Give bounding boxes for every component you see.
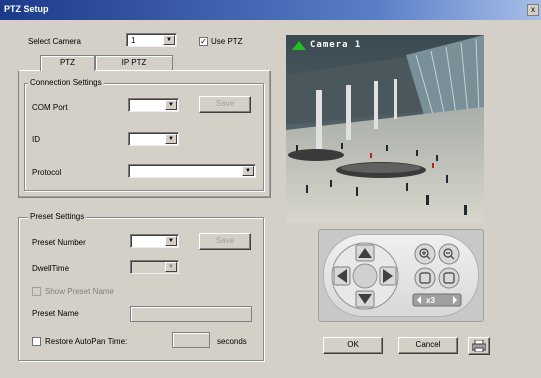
ptz-control-panel: x3	[318, 229, 484, 322]
select-camera-dropdown[interactable]: 1 ▼	[126, 33, 177, 47]
tab-ptz[interactable]: PTZ	[40, 55, 95, 71]
preset-name-field[interactable]	[130, 306, 252, 322]
camera-status-icon	[292, 41, 306, 50]
restore-autopan-label: Restore AutoPan Time:	[45, 337, 128, 346]
chevron-down-icon: ▼	[165, 262, 177, 272]
preset-name-label: Preset Name	[32, 309, 79, 318]
select-camera-value: 1	[131, 36, 136, 45]
focus-far-icon[interactable]	[438, 267, 460, 289]
restore-autopan-checkbox[interactable]	[32, 337, 41, 346]
printer-icon	[471, 339, 487, 353]
id-dropdown[interactable]: ▼	[128, 132, 179, 146]
window-title: PTZ Setup	[4, 4, 49, 14]
autopan-time-field[interactable]	[172, 332, 210, 348]
zoom-in-icon[interactable]	[414, 243, 436, 265]
ok-button[interactable]: OK	[323, 337, 383, 354]
show-preset-name-checkbox[interactable]	[32, 287, 41, 296]
chevron-down-icon: ▼	[165, 134, 177, 144]
protocol-label: Protocol	[32, 168, 62, 177]
preset-number-label: Preset Number	[32, 238, 86, 247]
close-button[interactable]: x	[527, 4, 539, 16]
title-bar: PTZ Setup x	[0, 0, 541, 20]
ptz-controls	[331, 242, 462, 310]
dwell-time-label: DwellTime	[32, 264, 70, 273]
id-label: ID	[32, 135, 40, 144]
protocol-dropdown[interactable]: ▼	[128, 164, 256, 178]
connection-settings-title: Connection Settings	[28, 78, 104, 87]
use-ptz-label: Use PTZ	[211, 37, 243, 46]
show-preset-name-label: Show Preset Name	[45, 287, 114, 296]
camera-label: Camera 1	[310, 40, 362, 50]
print-button[interactable]	[468, 337, 490, 355]
preset-settings-title: Preset Settings	[28, 212, 87, 221]
tab-ip-ptz[interactable]: IP PTZ	[95, 55, 173, 70]
use-ptz-checkbox[interactable]: ✓	[199, 37, 208, 46]
cancel-button[interactable]: Cancel	[398, 337, 458, 354]
seconds-label: seconds	[217, 337, 247, 346]
speed-label: x3	[426, 296, 435, 305]
focus-near-icon[interactable]	[414, 267, 436, 289]
camera-preview: Camera 1	[286, 35, 484, 223]
chevron-down-icon: ▼	[242, 166, 254, 176]
zoom-out-icon[interactable]	[438, 243, 460, 265]
preset-number-dropdown[interactable]: ▼	[130, 234, 179, 248]
airport-scene-image	[286, 35, 484, 223]
com-port-label: COM Port	[32, 103, 68, 112]
select-camera-label: Select Camera	[28, 37, 81, 46]
chevron-down-icon: ▼	[165, 236, 177, 246]
dwell-time-dropdown[interactable]: ▼	[130, 260, 179, 274]
chevron-down-icon: ▼	[165, 100, 177, 110]
chevron-down-icon: ▼	[163, 35, 175, 45]
preset-save-button[interactable]: Save	[199, 233, 251, 250]
connection-save-button[interactable]: Save	[199, 96, 251, 113]
com-port-dropdown[interactable]: ▼	[128, 98, 179, 112]
